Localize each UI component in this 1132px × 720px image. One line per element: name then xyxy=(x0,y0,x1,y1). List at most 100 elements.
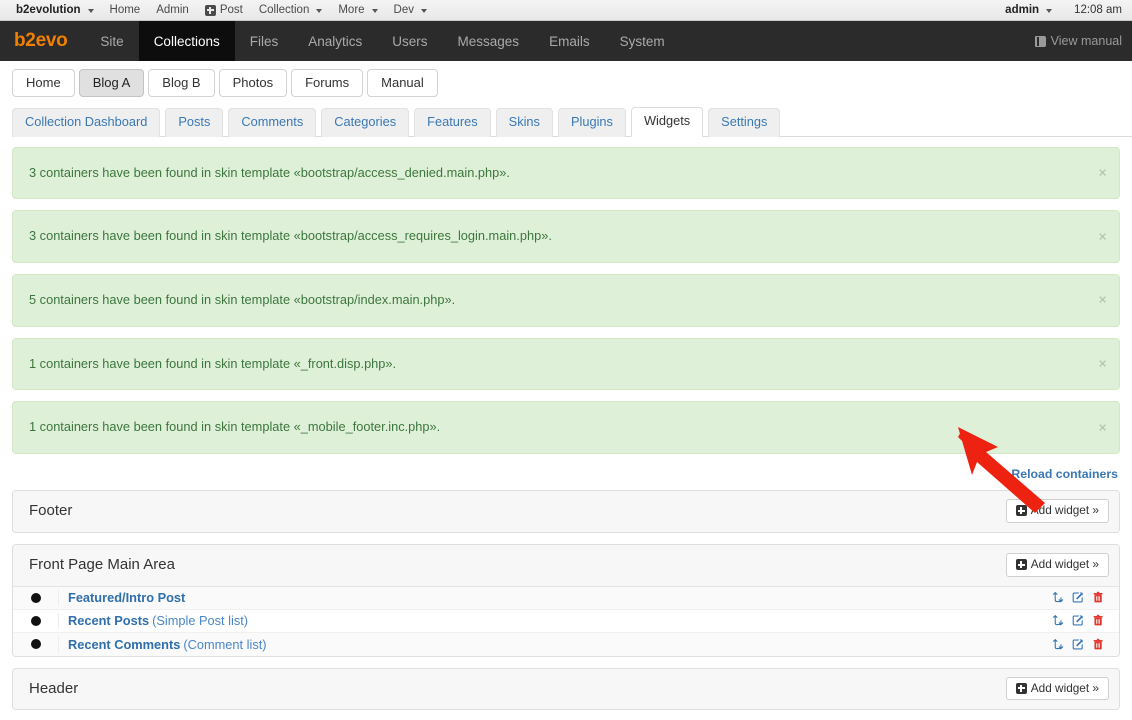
reorder-icon[interactable] xyxy=(1052,591,1065,604)
clock: 12:08 am xyxy=(1074,4,1122,16)
widget-name-link[interactable]: Recent Posts xyxy=(68,613,149,628)
alert-text: 1 containers have been found in skin tem… xyxy=(29,419,441,435)
main-navigation: b2evo Site Collections Files Analytics U… xyxy=(0,21,1132,61)
add-widget-button[interactable]: Add widget » xyxy=(1005,498,1109,523)
evobar-item-admin[interactable]: Admin xyxy=(148,0,197,21)
evobar-item-label: Home xyxy=(109,3,141,16)
collection-tab-forums[interactable]: Forums xyxy=(291,69,364,97)
delete-icon[interactable] xyxy=(1092,614,1105,627)
widget-name-cell: Featured/Intro Post xyxy=(59,590,1052,605)
alert-text: 3 containers have been found in skin tem… xyxy=(29,228,552,244)
alert-message: 5 containers have been found in skin tem… xyxy=(12,274,1120,327)
edit-icon[interactable] xyxy=(1072,638,1085,651)
collection-tab-blog-b[interactable]: Blog B xyxy=(148,69,215,97)
nav-item-messages[interactable]: Messages xyxy=(443,21,535,61)
add-widget-button[interactable]: Add widget » xyxy=(1005,552,1109,577)
evobar-item-label: Admin xyxy=(156,3,189,16)
evobar-item-home[interactable]: Home xyxy=(102,0,149,21)
nav-item-system[interactable]: System xyxy=(605,21,680,61)
container-panel-footer: Footer Add widget » xyxy=(12,489,1120,533)
reorder-icon[interactable] xyxy=(1052,614,1065,627)
evobar-item-dev[interactable]: Dev xyxy=(386,0,435,21)
tab-skins[interactable]: Skins xyxy=(495,108,553,137)
add-widget-label: Add widget » xyxy=(1030,680,1099,695)
tab-settings[interactable]: Settings xyxy=(708,108,781,137)
b2evo-logo[interactable]: b2evo xyxy=(0,21,85,61)
view-manual-link[interactable]: View manual xyxy=(1034,21,1122,61)
tab-plugins[interactable]: Plugins xyxy=(557,108,626,137)
bullet-icon xyxy=(30,592,41,603)
drag-handle[interactable] xyxy=(13,589,59,606)
alert-text: 3 containers have been found in skin tem… xyxy=(29,164,510,180)
reload-containers-row: ↻ Reload containers xyxy=(12,465,1120,490)
tab-comments[interactable]: Comments xyxy=(228,108,317,137)
nav-item-files[interactable]: Files xyxy=(235,21,294,61)
collection-tab-home[interactable]: Home xyxy=(12,69,75,97)
container-panel-front-page-main-area: Front Page Main Area Add widget » Featur… xyxy=(12,543,1120,657)
refresh-icon: ↻ xyxy=(996,465,1009,482)
nav-item-emails[interactable]: Emails xyxy=(534,21,605,61)
add-widget-button[interactable]: Add widget » xyxy=(1005,676,1109,701)
alert-message: 3 containers have been found in skin tem… xyxy=(12,146,1120,200)
chevron-down-icon xyxy=(1046,9,1053,13)
evobar-right: admin 12:08 am xyxy=(997,0,1122,21)
evobar-item-label: Collection xyxy=(258,3,310,16)
collection-tab-manual[interactable]: Manual xyxy=(367,69,438,97)
tab-features[interactable]: Features xyxy=(414,108,491,137)
chevron-down-icon xyxy=(371,9,378,13)
nav-item-collections[interactable]: Collections xyxy=(138,21,235,61)
evobar-item-post[interactable]: Post xyxy=(197,0,251,21)
container-panel-header: Header Add widget » xyxy=(12,667,1120,711)
evobar-item-label: More xyxy=(338,3,365,16)
bullet-icon xyxy=(30,615,41,626)
bullet-icon xyxy=(30,639,41,650)
panel-header: Header Add widget » xyxy=(13,668,1119,710)
evobar-item-collection[interactable]: Collection xyxy=(251,0,331,21)
edit-icon[interactable] xyxy=(1072,591,1085,604)
drag-handle[interactable] xyxy=(13,612,59,629)
close-icon[interactable]: × xyxy=(1098,293,1107,308)
tab-posts[interactable]: Posts xyxy=(165,108,224,137)
plus-square-icon xyxy=(1015,559,1027,571)
delete-icon[interactable] xyxy=(1092,638,1105,651)
evobar-brand-label: b2evolution xyxy=(16,3,81,16)
reload-containers-button[interactable]: ↻ Reload containers xyxy=(997,466,1118,483)
close-icon[interactable]: × xyxy=(1098,356,1107,371)
alert-message: 1 containers have been found in skin tem… xyxy=(12,337,1120,391)
delete-icon[interactable] xyxy=(1092,591,1105,604)
alert-message: 3 containers have been found in skin tem… xyxy=(12,210,1120,264)
nav-item-users[interactable]: Users xyxy=(377,21,442,61)
alert-message: 1 containers have been found in skin tem… xyxy=(12,401,1120,454)
table-row: Recent Posts (Simple Post list) xyxy=(13,610,1119,633)
close-icon[interactable]: × xyxy=(1098,166,1107,181)
collection-tab-photos[interactable]: Photos xyxy=(218,69,288,97)
plus-square-icon xyxy=(1015,682,1027,694)
evobar-brand[interactable]: b2evolution xyxy=(8,0,102,21)
tab-widgets[interactable]: Widgets xyxy=(630,107,704,137)
add-widget-label: Add widget » xyxy=(1030,502,1099,517)
collection-tabs: Home Blog A Blog B Photos Forums Manual xyxy=(0,61,1132,97)
row-actions xyxy=(1052,591,1109,604)
nav-item-analytics[interactable]: Analytics xyxy=(293,21,377,61)
evobar: b2evolution Home Admin Post Collection M… xyxy=(0,0,1132,21)
row-actions xyxy=(1052,638,1109,651)
book-icon xyxy=(1034,35,1046,47)
user-menu[interactable]: admin xyxy=(997,0,1060,21)
close-icon[interactable]: × xyxy=(1098,229,1107,244)
collection-tab-blog-a[interactable]: Blog A xyxy=(78,69,145,97)
widget-name-cell: Recent Posts (Simple Post list) xyxy=(59,613,1052,628)
drag-handle[interactable] xyxy=(13,635,59,653)
reload-containers-label: Reload containers xyxy=(1011,467,1118,482)
evobar-item-more[interactable]: More xyxy=(330,0,385,21)
tab-collection-dashboard[interactable]: Collection Dashboard xyxy=(12,108,161,137)
edit-icon[interactable] xyxy=(1072,614,1085,627)
widget-name-link[interactable]: Recent Comments xyxy=(68,637,180,652)
sub-tabs-wrapper: Collection Dashboard Posts Comments Cate… xyxy=(0,97,1132,137)
chevron-down-icon xyxy=(87,9,94,13)
reorder-icon[interactable] xyxy=(1052,638,1065,651)
close-icon[interactable]: × xyxy=(1098,420,1107,435)
nav-item-site[interactable]: Site xyxy=(85,21,138,61)
widget-name-link[interactable]: Featured/Intro Post xyxy=(68,590,185,605)
tab-categories[interactable]: Categories xyxy=(321,108,410,137)
panel-header: Front Page Main Area Add widget » xyxy=(13,544,1119,587)
